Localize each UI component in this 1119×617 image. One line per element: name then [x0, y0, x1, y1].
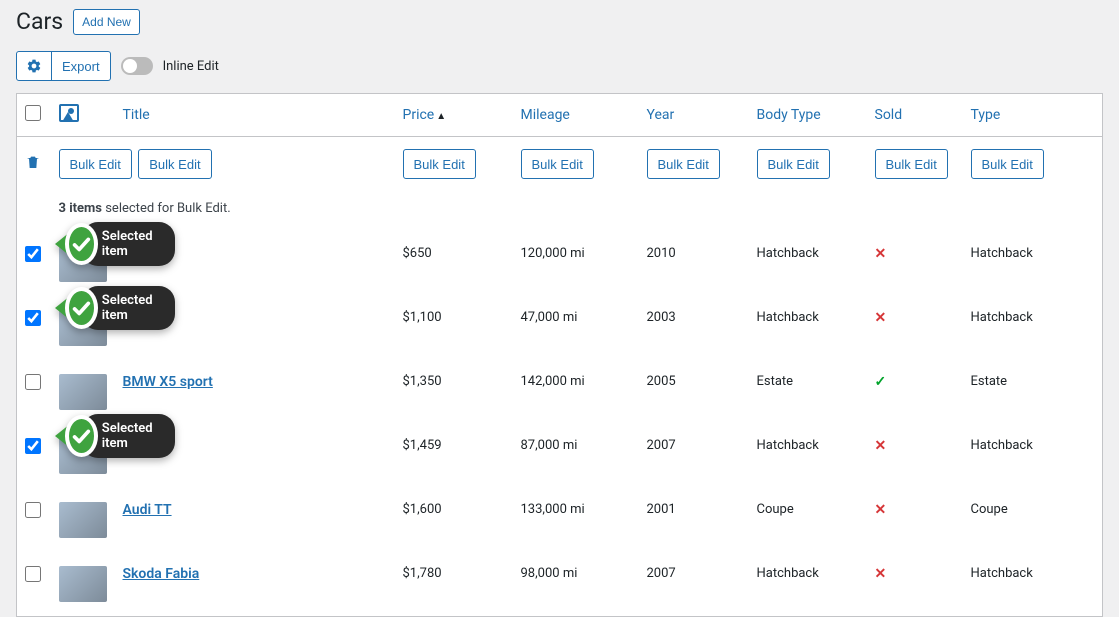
row-type: Hatchback [963, 296, 1103, 360]
row-year: 2007 [639, 424, 749, 488]
column-year[interactable]: Year [639, 94, 749, 137]
table-row: BMW X5 sport $1,350 142,000 mi 2005 Esta… [17, 360, 1103, 424]
row-mileage: 142,000 mi [513, 360, 639, 424]
bulk-edit-sold-button[interactable]: Bulk Edit [875, 149, 948, 179]
row-thumbnail[interactable] [59, 566, 107, 602]
x-icon: ✕ [875, 502, 887, 518]
check-circle-icon [65, 287, 98, 329]
row-checkbox[interactable] [25, 502, 41, 518]
row-year: 2001 [639, 488, 749, 552]
row-checkbox[interactable] [25, 438, 41, 454]
gear-icon [26, 58, 42, 74]
column-title[interactable]: Title [115, 94, 395, 137]
row-price: $1,100 [395, 296, 513, 360]
bulk-delete-cell[interactable] [17, 137, 51, 192]
selected-badge: Selected item [55, 286, 176, 330]
row-body-type: Hatchback [749, 232, 867, 296]
row-type: Hatchback [963, 424, 1103, 488]
row-type: Estate [963, 360, 1103, 424]
bulk-edit-type-button[interactable]: Bulk Edit [971, 149, 1044, 179]
row-sold: ✕ [867, 296, 963, 360]
row-sold: ✕ [867, 488, 963, 552]
bulk-edit-image-button[interactable]: Bulk Edit [138, 149, 211, 179]
row-year: 2005 [639, 360, 749, 424]
row-type: Hatchback [963, 552, 1103, 617]
row-year: 2007 [639, 552, 749, 617]
x-icon: ✕ [875, 566, 887, 582]
selection-count: 3 items [59, 201, 103, 216]
inline-edit-toggle[interactable] [121, 57, 153, 75]
row-price: $1,600 [395, 488, 513, 552]
table-row: Selected item $1,459 87,000 mi 2007 Hatc… [17, 424, 1103, 488]
row-body-type: Hatchback [749, 552, 867, 617]
row-mileage: 133,000 mi [513, 488, 639, 552]
check-icon: ✓ [875, 374, 887, 390]
trash-icon [25, 155, 41, 174]
row-mileage: 120,000 mi [513, 232, 639, 296]
column-mileage[interactable]: Mileage [513, 94, 639, 137]
column-type[interactable]: Type [963, 94, 1103, 137]
bulk-edit-price-button[interactable]: Bulk Edit [403, 149, 476, 179]
bulk-edit-year-button[interactable]: Bulk Edit [647, 149, 720, 179]
row-mileage: 87,000 mi [513, 424, 639, 488]
check-circle-icon [65, 415, 98, 457]
row-body-type: Coupe [749, 488, 867, 552]
row-type: Coupe [963, 488, 1103, 552]
page-title: Cars [16, 8, 63, 35]
row-year: 2010 [639, 232, 749, 296]
inline-edit-label: Inline Edit [163, 59, 219, 74]
row-sold: ✕ [867, 424, 963, 488]
row-type: Hatchback [963, 232, 1103, 296]
select-all-header[interactable] [17, 94, 51, 137]
row-price: $1,350 [395, 360, 513, 424]
row-checkbox[interactable] [25, 246, 41, 262]
row-body-type: Hatchback [749, 296, 867, 360]
export-button[interactable]: Export [52, 51, 111, 81]
selection-suffix: selected for Bulk Edit. [102, 201, 231, 216]
sort-asc-icon: ▲ [436, 111, 446, 122]
selected-badge: Selected item [55, 222, 176, 266]
row-price: $1,780 [395, 552, 513, 617]
column-price[interactable]: Price▲ [395, 94, 513, 137]
row-thumbnail[interactable] [59, 502, 107, 538]
x-icon: ✕ [875, 438, 887, 454]
row-year: 2003 [639, 296, 749, 360]
check-circle-icon [65, 223, 98, 265]
table-row: Selected item $1,100 47,000 mi 2003 Hatc… [17, 296, 1103, 360]
row-thumbnail[interactable] [59, 374, 107, 410]
row-title-link[interactable]: Skoda Fabia [123, 566, 200, 582]
column-image[interactable] [51, 94, 115, 137]
column-sold[interactable]: Sold [867, 94, 963, 137]
row-title-link[interactable]: BMW X5 sport [123, 374, 213, 390]
row-sold: ✕ [867, 232, 963, 296]
selected-badge: Selected item [55, 414, 176, 458]
row-price: $650 [395, 232, 513, 296]
row-checkbox[interactable] [25, 310, 41, 326]
column-body-type[interactable]: Body Type [749, 94, 867, 137]
bulk-edit-title-button[interactable]: Bulk Edit [59, 149, 132, 179]
row-mileage: 47,000 mi [513, 296, 639, 360]
table-row: Skoda Fabia $1,780 98,000 mi 2007 Hatchb… [17, 552, 1103, 617]
row-price: $1,459 [395, 424, 513, 488]
row-body-type: Hatchback [749, 424, 867, 488]
row-sold: ✓ [867, 360, 963, 424]
x-icon: ✕ [875, 310, 887, 326]
row-title-link[interactable]: Audi TT [123, 502, 172, 518]
settings-button[interactable] [16, 51, 52, 81]
x-icon: ✕ [875, 246, 887, 262]
row-sold: ✕ [867, 552, 963, 617]
row-checkbox[interactable] [25, 374, 41, 390]
row-body-type: Estate [749, 360, 867, 424]
table-row: Audi TT $1,600 133,000 mi 2001 Coupe ✕ C… [17, 488, 1103, 552]
select-all-checkbox[interactable] [25, 105, 41, 121]
add-new-button[interactable]: Add New [73, 9, 140, 35]
cars-table: Title Price▲ Mileage Year Body Type Sold… [16, 93, 1103, 617]
bulk-edit-mileage-button[interactable]: Bulk Edit [521, 149, 594, 179]
table-row: Selected item 010 $650 120,000 mi 2010 H… [17, 232, 1103, 296]
image-icon [59, 104, 79, 122]
row-mileage: 98,000 mi [513, 552, 639, 617]
row-checkbox[interactable] [25, 566, 41, 582]
bulk-edit-body-button[interactable]: Bulk Edit [757, 149, 830, 179]
